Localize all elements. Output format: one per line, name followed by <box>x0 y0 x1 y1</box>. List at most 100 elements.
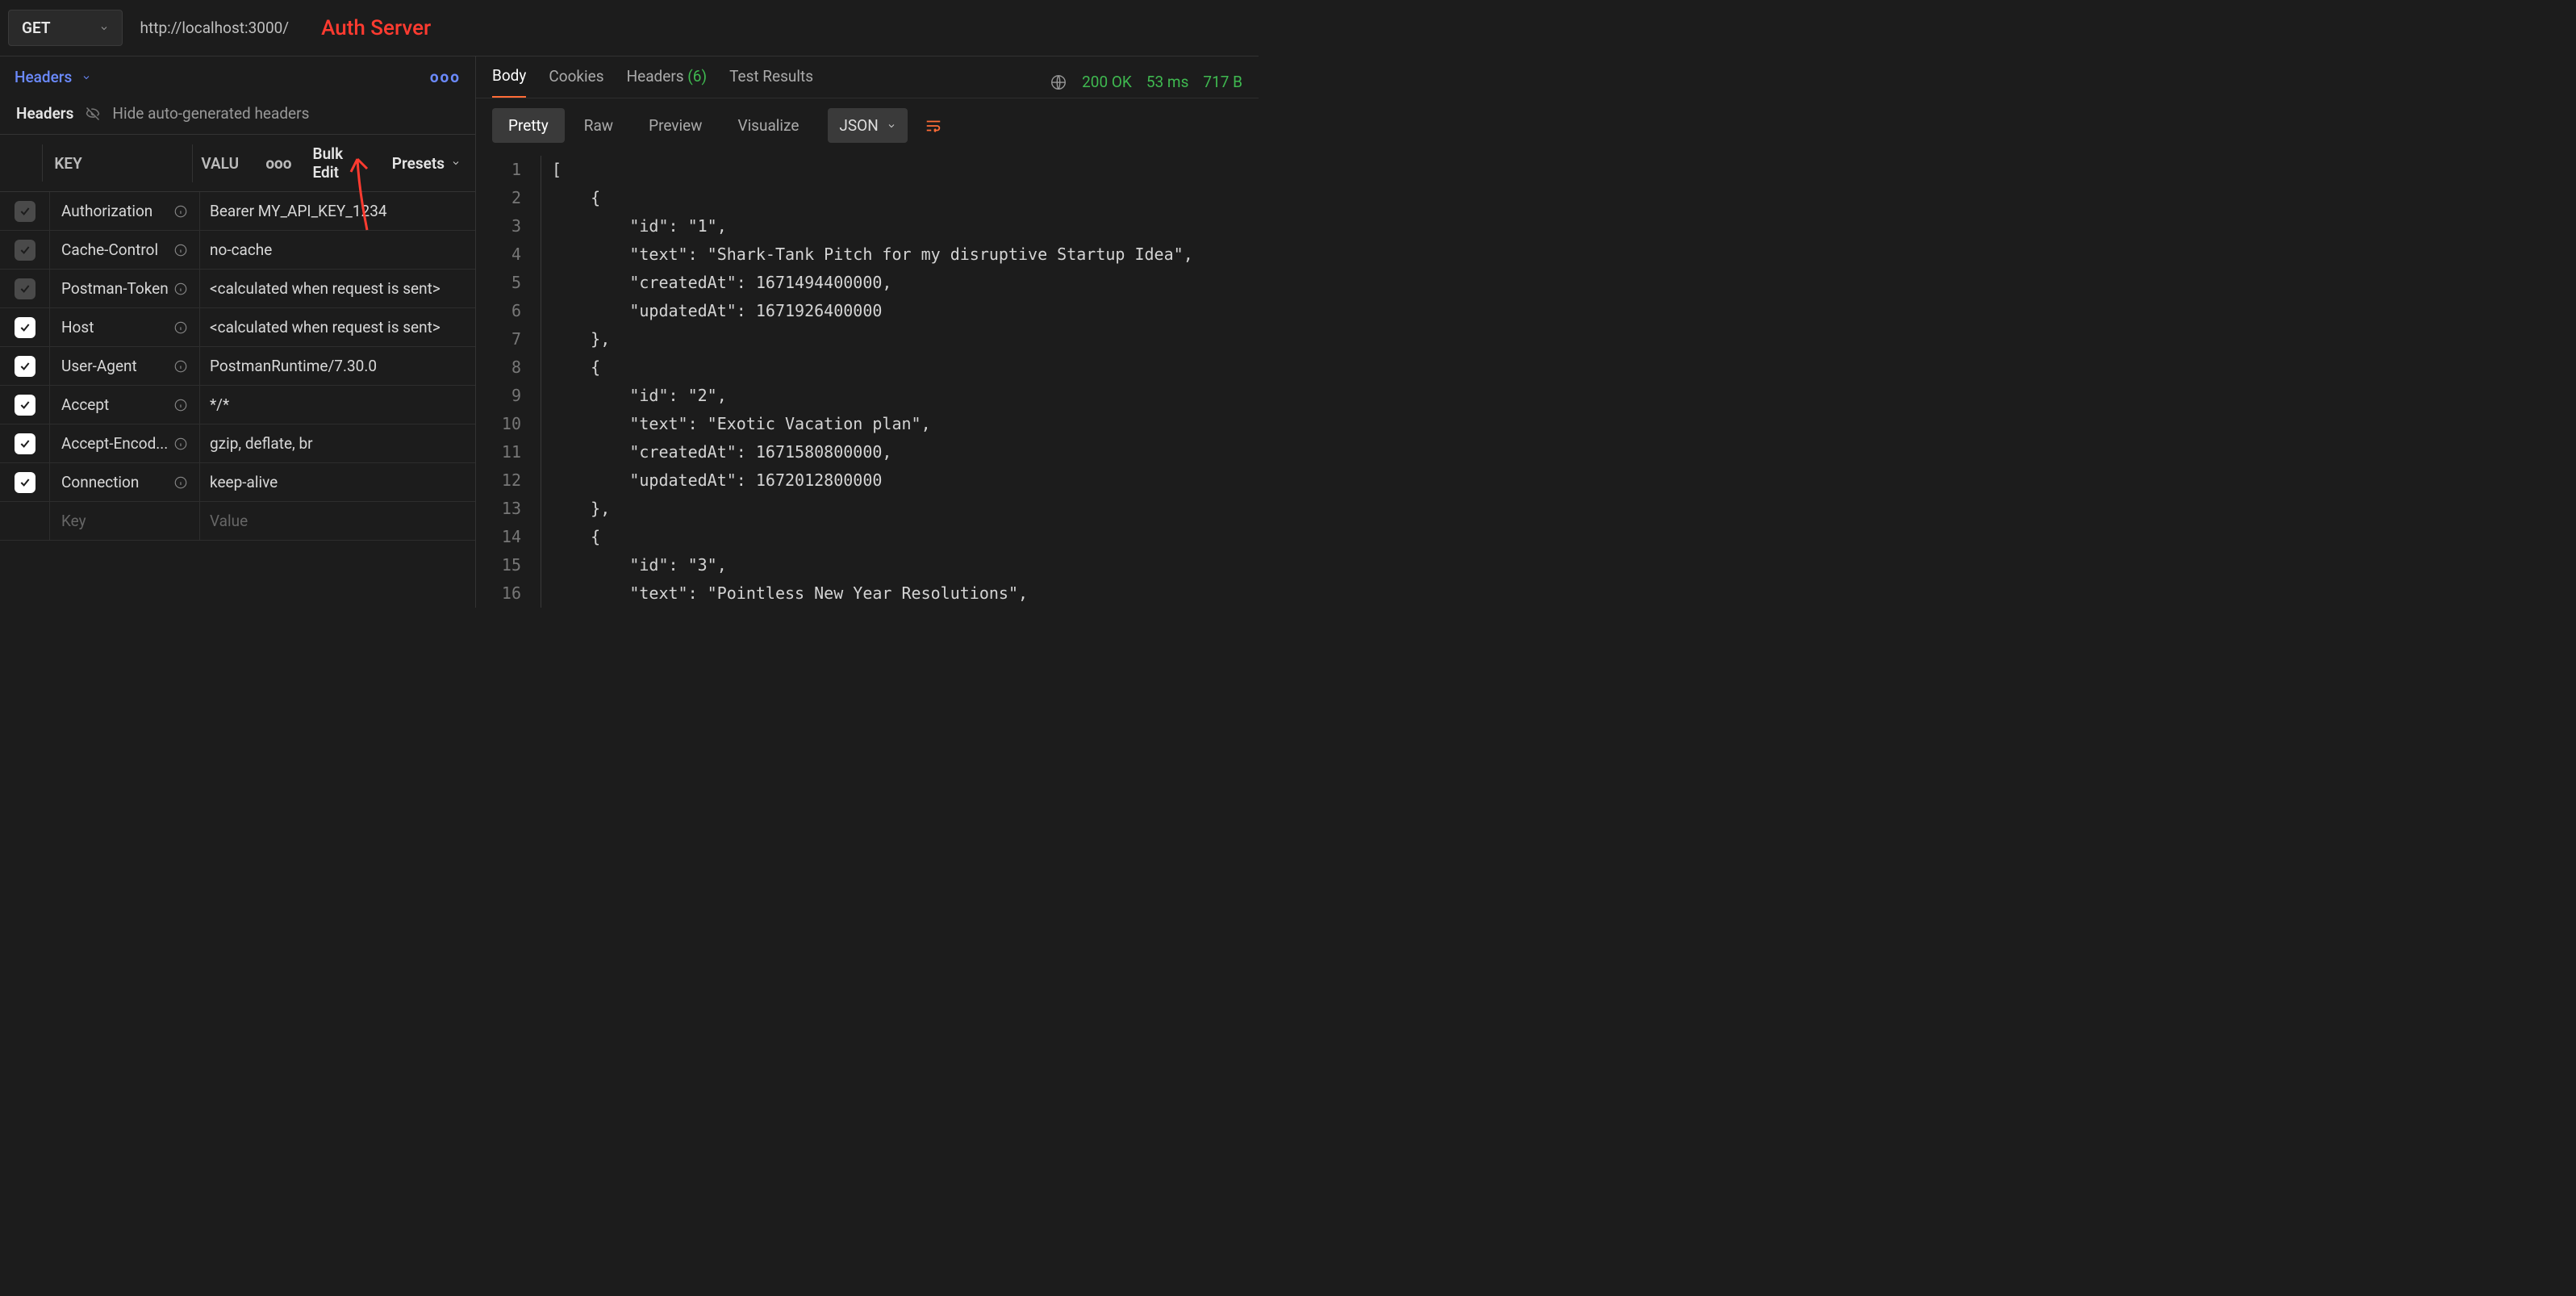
header-checkbox[interactable] <box>15 433 35 454</box>
globe-icon[interactable] <box>1050 73 1067 91</box>
header-checkbox[interactable] <box>15 356 35 377</box>
tab-body[interactable]: Body <box>492 66 526 98</box>
header-checkbox[interactable] <box>15 395 35 416</box>
header-value[interactable]: <calculated when request is sent> <box>200 279 475 298</box>
line-number: 14 <box>476 523 534 551</box>
code-line[interactable]: "createdAt": 1671494400000, <box>552 269 1259 297</box>
status-size: 717 B <box>1203 73 1242 91</box>
line-number: 4 <box>476 240 534 269</box>
code-line[interactable]: { <box>552 523 1259 551</box>
col-value: VALU <box>193 144 265 182</box>
info-icon[interactable] <box>173 243 188 257</box>
line-number: 1 <box>476 156 534 184</box>
line-number: 3 <box>476 212 534 240</box>
header-checkbox[interactable] <box>15 278 35 299</box>
hide-autogen-toggle[interactable]: Hide auto-generated headers <box>112 104 309 123</box>
headers-section-title: Headers <box>16 104 73 123</box>
lang-select[interactable]: JSON <box>828 108 907 143</box>
line-number: 6 <box>476 297 534 325</box>
response-pane: Body Cookies Headers (6) Test Results 20… <box>476 56 1259 608</box>
header-row[interactable]: Connection keep-alive <box>0 463 475 502</box>
header-row[interactable]: User-Agent PostmanRuntime/7.30.0 <box>0 347 475 386</box>
response-body-viewer[interactable]: 12345678910111213141516 [ { "id": "1", "… <box>476 153 1259 608</box>
format-raw[interactable]: Raw <box>568 108 629 143</box>
header-value[interactable]: */* <box>200 395 475 414</box>
code-line[interactable]: "id": "2", <box>552 382 1259 410</box>
annotation-label: Auth Server <box>321 16 431 40</box>
format-pretty[interactable]: Pretty <box>492 108 565 143</box>
header-key[interactable]: Postman-Token <box>61 279 169 298</box>
code-line[interactable]: "updatedAt": 1671926400000 <box>552 297 1259 325</box>
tab-test-results[interactable]: Test Results <box>729 67 813 97</box>
bulk-edit-button[interactable]: Bulk Edit <box>300 135 378 191</box>
chevron-down-icon <box>99 23 109 33</box>
code-line[interactable]: "id": "3", <box>552 551 1259 579</box>
code-line[interactable]: }, <box>552 495 1259 523</box>
code-line[interactable]: "text": "Pointless New Year Resolutions"… <box>552 579 1259 608</box>
header-value-placeholder[interactable]: Value <box>200 512 475 530</box>
code-line[interactable]: "updatedAt": 1672012800000 <box>552 466 1259 495</box>
code-line[interactable]: { <box>552 353 1259 382</box>
code-line[interactable]: "text": "Shark-Tank Pitch for my disrupt… <box>552 240 1259 269</box>
presets-label: Presets <box>392 154 445 173</box>
chevron-down-icon <box>451 158 461 168</box>
header-key-placeholder[interactable]: Key <box>61 512 86 530</box>
header-row[interactable]: Cache-Control no-cache <box>0 231 475 270</box>
code-line[interactable]: }, <box>552 325 1259 353</box>
tab-cookies[interactable]: Cookies <box>549 67 603 97</box>
header-key[interactable]: User-Agent <box>61 357 137 375</box>
line-number: 9 <box>476 382 534 410</box>
status-time: 53 ms <box>1146 73 1189 91</box>
info-icon[interactable] <box>173 204 188 219</box>
header-value[interactable]: no-cache <box>200 240 475 259</box>
col-more-icon[interactable]: ooo <box>265 154 299 173</box>
method-label: GET <box>22 19 51 37</box>
code-line[interactable]: "id": "1", <box>552 212 1259 240</box>
header-row[interactable]: Accept */* <box>0 386 475 424</box>
tab-headers[interactable]: Headers <box>15 68 91 86</box>
header-key[interactable]: Host <box>61 318 94 337</box>
eye-off-icon[interactable] <box>85 106 101 122</box>
tab-response-headers[interactable]: Headers (6) <box>627 67 708 97</box>
info-icon[interactable] <box>173 475 188 490</box>
header-key[interactable]: Cache-Control <box>61 240 158 259</box>
code-line[interactable]: [ <box>552 156 1259 184</box>
header-row[interactable]: Authorization Bearer MY_API_KEY_1234 <box>0 192 475 231</box>
code-line[interactable]: { <box>552 184 1259 212</box>
line-number: 2 <box>476 184 534 212</box>
header-row[interactable]: Postman-Token <calculated when request i… <box>0 270 475 308</box>
url-input[interactable]: http://localhost:3000/ <box>129 10 301 45</box>
format-preview[interactable]: Preview <box>633 108 718 143</box>
code-line[interactable]: "createdAt": 1671580800000, <box>552 438 1259 466</box>
info-icon[interactable] <box>173 320 188 335</box>
headers-table: Authorization Bearer MY_API_KEY_1234 Cac… <box>0 192 475 541</box>
header-key[interactable]: Accept <box>61 395 109 414</box>
header-checkbox[interactable] <box>15 472 35 493</box>
info-icon[interactable] <box>173 282 188 296</box>
header-value[interactable]: PostmanRuntime/7.30.0 <box>200 357 475 375</box>
presets-button[interactable]: Presets <box>378 144 475 182</box>
header-value[interactable]: <calculated when request is sent> <box>200 318 475 337</box>
info-icon[interactable] <box>173 359 188 374</box>
info-icon[interactable] <box>173 398 188 412</box>
line-number: 15 <box>476 551 534 579</box>
header-value[interactable]: Bearer MY_API_KEY_1234 <box>200 202 475 220</box>
header-key[interactable]: Connection <box>61 473 139 491</box>
code-line[interactable]: "text": "Exotic Vacation plan", <box>552 410 1259 438</box>
more-icon[interactable]: ooo <box>430 68 461 86</box>
header-row-blank[interactable]: Key Value <box>0 502 475 541</box>
header-value[interactable]: keep-alive <box>200 473 475 491</box>
line-number: 12 <box>476 466 534 495</box>
header-checkbox[interactable] <box>15 317 35 338</box>
header-checkbox[interactable] <box>15 240 35 261</box>
header-row[interactable]: Accept-Encod... gzip, deflate, br <box>0 424 475 463</box>
wrap-lines-icon[interactable] <box>922 115 945 137</box>
header-checkbox[interactable] <box>15 201 35 222</box>
header-key[interactable]: Authorization <box>61 202 152 220</box>
format-visualize[interactable]: Visualize <box>721 108 815 143</box>
header-key[interactable]: Accept-Encod... <box>61 434 168 453</box>
header-row[interactable]: Host <calculated when request is sent> <box>0 308 475 347</box>
header-value[interactable]: gzip, deflate, br <box>200 434 475 453</box>
info-icon[interactable] <box>173 437 188 451</box>
method-select[interactable]: GET <box>8 10 123 46</box>
